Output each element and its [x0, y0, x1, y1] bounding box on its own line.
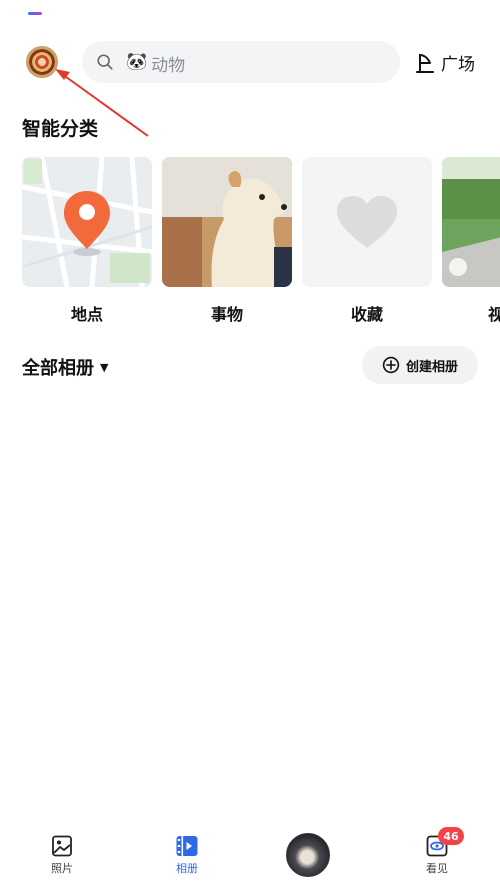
center-profile-avatar[interactable]: [286, 833, 330, 877]
nav-albums[interactable]: 相册: [157, 834, 217, 876]
plaza-button[interactable]: 广场: [414, 50, 475, 75]
favorites-thumbnail: [302, 157, 432, 287]
all-albums-dropdown[interactable]: 全部相册 ▼: [22, 354, 108, 380]
category-label: 视: [488, 305, 500, 324]
add-circle-icon: [382, 356, 400, 374]
photo-icon: [52, 835, 72, 857]
category-label: 事物: [210, 305, 243, 324]
nav-discover-label: 看见: [426, 862, 448, 875]
status-indicator: [28, 12, 42, 15]
plaza-label: 广场: [441, 55, 475, 75]
smart-categories-title: 智能分类: [22, 118, 99, 140]
search-icon: [97, 54, 113, 70]
user-avatar[interactable]: [26, 46, 58, 78]
all-albums-title: 全部相册: [22, 358, 94, 379]
category-card-places[interactable]: 地点: [22, 157, 152, 325]
category-card-things[interactable]: 事物: [162, 157, 292, 325]
search-placeholder: 动物: [151, 55, 186, 76]
video-thumbnail: [442, 157, 500, 287]
category-card-favorites[interactable]: 收藏: [302, 157, 432, 325]
create-album-label: 创建相册: [405, 359, 458, 375]
dog-photo-thumbnail: [162, 157, 292, 287]
nav-albums-label: 相册: [176, 862, 198, 875]
bottom-navigation: 照片 相册 看见: [0, 820, 500, 889]
panda-icon: 🐼: [126, 51, 148, 72]
map-thumbnail: [22, 157, 152, 287]
create-album-button[interactable]: 创建相册: [362, 346, 478, 384]
nav-photos[interactable]: 照片: [32, 834, 92, 876]
sail-icon: [416, 53, 434, 73]
nav-photos-label: 照片: [51, 862, 73, 875]
search-bar[interactable]: 🐼 动物: [82, 41, 400, 83]
category-label: 收藏: [350, 305, 383, 324]
caret-down-icon: ▼: [100, 360, 109, 374]
smart-categories-row: 地点 事物 收藏 视: [22, 157, 500, 327]
heart-icon: [337, 196, 397, 248]
notification-badge: 46: [438, 827, 464, 845]
category-label: 地点: [70, 305, 103, 324]
category-card-videos[interactable]: 视: [442, 157, 500, 325]
album-icon: [176, 836, 198, 856]
